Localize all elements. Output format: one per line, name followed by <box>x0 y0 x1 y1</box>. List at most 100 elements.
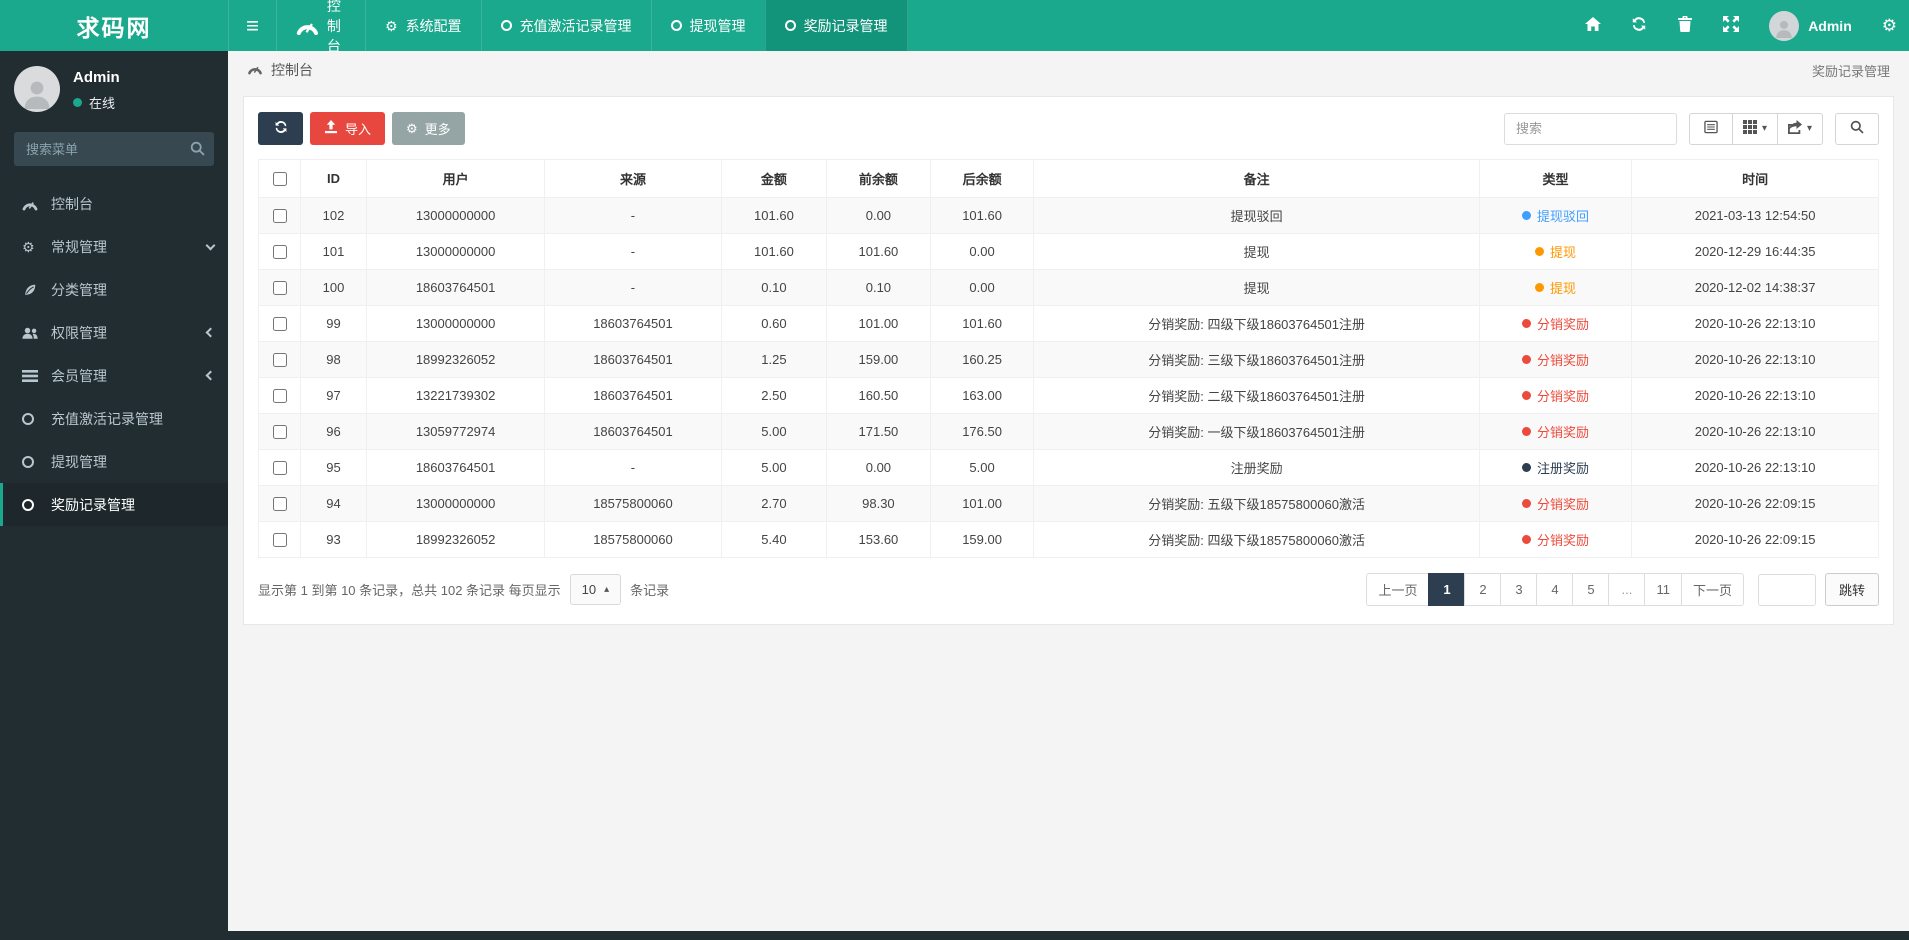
sidebar-toggle-button[interactable]: ≡ <box>228 0 276 51</box>
sidebar-item[interactable]: 分类管理 <box>0 268 228 311</box>
row-checkbox[interactable] <box>273 244 287 259</box>
import-button[interactable]: 导入 <box>310 112 386 145</box>
type-dot-icon <box>1522 355 1532 364</box>
clear-cache-button[interactable] <box>1677 16 1693 35</box>
table-row: 102 13000000000-101.60 0.00 101.60 提现驳回 提现驳回 2… <box>258 197 1879 234</box>
row-checkbox[interactable] <box>273 460 287 475</box>
cell-id: 97 <box>300 377 367 414</box>
topbar-tab[interactable]: ⚙ 系统配置 <box>365 0 481 51</box>
settings-button[interactable]: ⚙ <box>1882 17 1897 34</box>
page-button-label[interactable]: 3 <box>1500 573 1538 606</box>
topbar-tab[interactable]: 充值激活记录管理 <box>480 0 651 51</box>
type-link[interactable]: 提现 <box>1550 281 1576 296</box>
page-button[interactable]: 1 <box>1428 573 1466 606</box>
page-button-label[interactable]: 4 <box>1536 573 1574 606</box>
cell-source: - <box>544 269 722 306</box>
type-link[interactable]: 分销奖励 <box>1537 353 1589 368</box>
topbar-tab-label: 控制台 <box>326 0 341 54</box>
page-button[interactable]: 5 <box>1572 573 1610 606</box>
type-link[interactable]: 分销奖励 <box>1537 317 1589 332</box>
table-search-input[interactable] <box>1503 112 1677 145</box>
cell-amount: 2.70 <box>720 485 828 522</box>
type-link[interactable]: 提现驳回 <box>1537 209 1589 224</box>
cell-amount: 101.60 <box>720 197 828 234</box>
refresh-button[interactable] <box>1631 16 1647 35</box>
column-header: 类型 <box>1478 159 1633 198</box>
circle-icon <box>22 412 34 425</box>
row-checkbox[interactable] <box>273 388 287 403</box>
page-button[interactable]: 3 <box>1500 573 1538 606</box>
page-button-label[interactable]: 1 <box>1428 573 1466 606</box>
type-link[interactable]: 提现 <box>1550 245 1576 260</box>
page-ellipsis-label[interactable]: ... <box>1608 573 1646 606</box>
next-page-button-label[interactable]: 下一页 <box>1680 573 1744 606</box>
row-checkbox[interactable] <box>273 532 287 547</box>
row-checkbox[interactable] <box>273 496 287 511</box>
leaf-icon <box>25 284 36 295</box>
row-checkbox[interactable] <box>273 424 287 439</box>
cell-remark: 分销奖励: 四级下级18603764501注册 <box>1033 305 1480 342</box>
search-button[interactable] <box>1835 112 1879 145</box>
sidebar-search-input[interactable] <box>14 132 214 166</box>
sidebar-item[interactable]: 控制台 <box>0 182 228 225</box>
sidebar-item-icon-slot <box>22 412 51 425</box>
select-all-checkbox[interactable] <box>273 171 287 186</box>
type-link[interactable]: 注册奖励 <box>1537 461 1589 476</box>
home-button[interactable] <box>1585 16 1602 35</box>
topbar-tab[interactable]: 奖励记录管理 <box>764 0 908 51</box>
page-button[interactable]: 4 <box>1536 573 1574 606</box>
cell-remark: 提现 <box>1033 233 1480 270</box>
sidebar-item[interactable]: 提现管理 <box>0 440 228 483</box>
sidebar-item[interactable]: 奖励记录管理 <box>0 483 228 526</box>
more-button[interactable]: ⚙ 更多 <box>392 112 465 145</box>
jump-page-input[interactable] <box>1757 573 1816 606</box>
page-button-label[interactable]: 11 <box>1644 573 1682 606</box>
topbar-tab-label: 提现管理 <box>689 17 746 34</box>
row-checkbox[interactable] <box>273 280 287 295</box>
cell-before-balance: 101.00 <box>826 305 931 342</box>
online-status-label: 在线 <box>89 96 116 111</box>
cell-time: 2020-10-26 22:09:15 <box>1631 485 1879 522</box>
type-link[interactable]: 分销奖励 <box>1537 533 1589 548</box>
cell-user: 13000000000 <box>365 197 546 234</box>
row-checkbox[interactable] <box>273 208 287 223</box>
dashboard-icon <box>296 22 318 35</box>
sidebar-item[interactable]: 充值激活记录管理 <box>0 397 228 440</box>
type-dot-icon <box>1522 427 1532 436</box>
row-checkbox[interactable] <box>273 352 287 367</box>
prev-page-button[interactable]: 上一页 <box>1366 573 1430 606</box>
sidebar-item[interactable]: 会员管理 <box>0 354 228 397</box>
table-header-row: ID 用户 来源 金额 前余额 后余额 备注 类型 时间 <box>258 159 1879 198</box>
cogs-icon: ⚙ <box>1881 16 1897 35</box>
prev-page-button-label[interactable]: 上一页 <box>1366 573 1430 606</box>
page-button-label[interactable]: 2 <box>1464 573 1502 606</box>
page-button[interactable]: 11 <box>1644 573 1682 606</box>
sidebar-item-icon-slot <box>22 369 51 383</box>
user-menu[interactable]: Admin <box>1769 10 1852 41</box>
topbar-tab[interactable]: 控制台 <box>276 0 365 54</box>
export-button[interactable]: ▾ <box>1776 112 1823 145</box>
jump-button[interactable]: 跳转 <box>1824 573 1879 606</box>
page-size-select[interactable]: 10 ▴ <box>569 574 622 605</box>
cell-time: 2020-12-29 16:44:35 <box>1631 233 1879 270</box>
page-button-label[interactable]: 5 <box>1572 573 1610 606</box>
type-link[interactable]: 分销奖励 <box>1537 497 1589 512</box>
page-ellipsis[interactable]: ... <box>1608 573 1646 606</box>
page-list: 上一页 1 2 3 4 5... 11 下一页 <box>1366 573 1744 606</box>
row-checkbox[interactable] <box>273 316 287 331</box>
next-page-button[interactable]: 下一页 <box>1680 573 1744 606</box>
breadcrumb-label[interactable]: 控制台 <box>271 60 313 80</box>
topbar-tab[interactable]: 提现管理 <box>650 0 765 51</box>
detail-view-button[interactable] <box>1688 112 1733 145</box>
sidebar-item[interactable]: ⚙ 常规管理 <box>0 225 228 268</box>
cell-time: 2020-10-26 22:13:10 <box>1631 413 1879 450</box>
columns-button[interactable]: ▾ <box>1731 112 1778 145</box>
type-link[interactable]: 分销奖励 <box>1537 425 1589 440</box>
page-button[interactable]: 2 <box>1464 573 1502 606</box>
refresh-table-button[interactable] <box>258 112 303 145</box>
fullscreen-button[interactable] <box>1723 16 1740 35</box>
sidebar-item[interactable]: 权限管理 <box>0 311 228 354</box>
cell-checkbox <box>258 233 301 270</box>
type-link[interactable]: 分销奖励 <box>1537 389 1589 404</box>
cell-time: 2020-10-26 22:13:10 <box>1631 341 1879 378</box>
